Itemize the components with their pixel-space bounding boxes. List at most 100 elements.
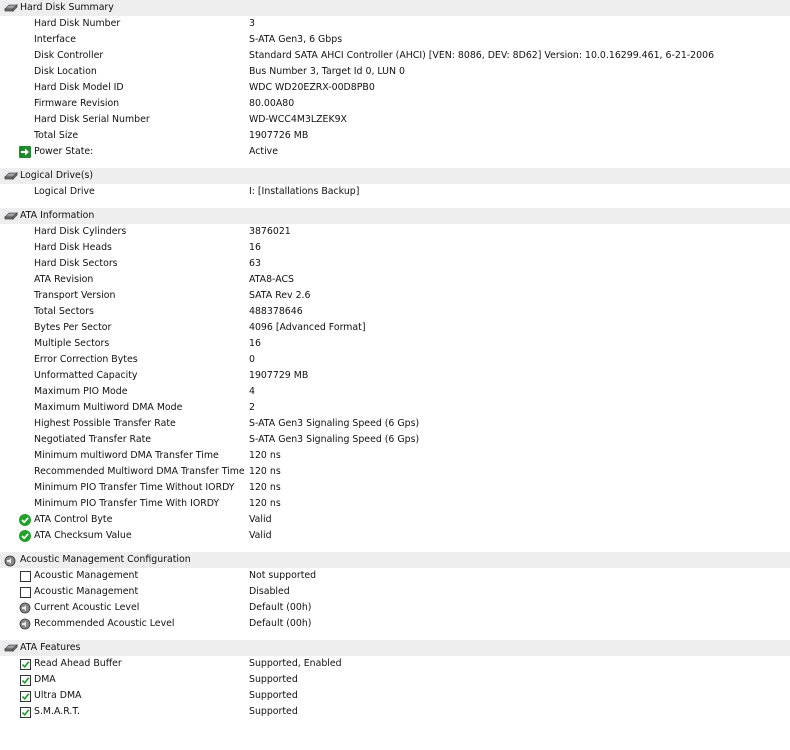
disk-icon (4, 643, 18, 653)
unchecked-checkbox[interactable] (20, 587, 31, 598)
info-row[interactable]: Unformatted Capacity 1907729 MB (0, 368, 790, 384)
info-row[interactable]: Highest Possible Transfer Rate S-ATA Gen3… (0, 416, 790, 432)
info-row[interactable]: Minimum PIO Transfer Time With IORDY 120 … (0, 496, 790, 512)
row-value: SATA Rev 2.6 (249, 290, 311, 301)
row-value: 120 ns (249, 466, 281, 477)
row-label: Negotiated Transfer Rate (34, 434, 152, 445)
row-label: ATA Revision (34, 274, 94, 285)
info-row[interactable]: Hard Disk Serial Number WD-WCC4M3LZEK9X (0, 112, 790, 128)
row-value: Supported, Enabled (249, 658, 342, 669)
row-value: Supported (249, 690, 298, 701)
info-row[interactable]: Hard Disk Sectors 63 (0, 256, 790, 272)
info-row[interactable]: Hard Disk Model ID WDC WD20EZRX-00D8PB0 (0, 80, 790, 96)
info-row[interactable]: Error Correction Bytes 0 (0, 352, 790, 368)
row-value: S-ATA Gen3 Signaling Speed (6 Gps) (249, 418, 420, 429)
row-label: Multiple Sectors (34, 338, 110, 349)
info-row[interactable]: Disk Controller Standard SATA AHCI Contro… (0, 48, 790, 64)
row-label: Ultra DMA (34, 690, 82, 701)
row-label: ATA Checksum Value (34, 530, 132, 541)
info-row[interactable]: ATA Checksum Value Valid (0, 528, 790, 544)
row-label: Hard Disk Sectors (34, 258, 118, 269)
row-label: Interface (34, 34, 76, 45)
row-value: S-ATA Gen3 Signaling Speed (6 Gps) (249, 434, 420, 445)
row-label: Disk Controller (34, 50, 104, 61)
row-label: Unformatted Capacity (34, 370, 138, 381)
info-row[interactable]: Transport Version SATA Rev 2.6 (0, 288, 790, 304)
row-value: Active (249, 146, 278, 157)
row-value: Disabled (249, 586, 290, 597)
info-row[interactable]: Ultra DMA Supported (0, 688, 790, 704)
info-row[interactable]: Logical Drive I: [Installations Backup] (0, 184, 790, 200)
row-value: 3876021 (249, 226, 291, 237)
section-title: Hard Disk Summary (20, 2, 114, 13)
row-value: WD-WCC4M3LZEK9X (249, 114, 347, 125)
row-value: 3 (249, 18, 255, 29)
info-row[interactable]: DMA Supported (0, 672, 790, 688)
info-row[interactable]: Hard Disk Heads 16 (0, 240, 790, 256)
row-label: Firmware Revision (34, 98, 120, 109)
info-row[interactable]: Disk Location Bus Number 3, Target Id 0, … (0, 64, 790, 80)
row-label: Total Sectors (34, 306, 94, 317)
ok-check-icon (19, 514, 31, 526)
row-value: S-ATA Gen3, 6 Gbps (249, 34, 343, 45)
checked-checkbox[interactable] (20, 691, 31, 702)
row-value: 120 ns (249, 482, 281, 493)
section-header-ata-features: ATA Features (0, 640, 790, 656)
info-row[interactable]: Multiple Sectors 16 (0, 336, 790, 352)
info-row[interactable]: Bytes Per Sector 4096 [Advanced Format] (0, 320, 790, 336)
info-row[interactable]: Maximum Multiword DMA Mode 2 (0, 400, 790, 416)
section-title: ATA Information (20, 210, 95, 221)
section-header-logical-drive-s: Logical Drive(s) (0, 168, 790, 184)
row-label: Logical Drive (34, 186, 95, 197)
info-row[interactable]: Total Sectors 488378646 (0, 304, 790, 320)
info-row[interactable]: Negotiated Transfer Rate S-ATA Gen3 Signa… (0, 432, 790, 448)
info-row[interactable]: Acoustic Management Disabled (0, 584, 790, 600)
info-row[interactable]: Hard Disk Cylinders 3876021 (0, 224, 790, 240)
checked-checkbox[interactable] (20, 675, 31, 686)
info-row[interactable]: ATA Control Byte Valid (0, 512, 790, 528)
info-row[interactable]: Recommended Multiword DMA Transfer Time 1… (0, 464, 790, 480)
disk-info-panel: Hard Disk Summary Hard Disk Number 3 Interf… (0, 0, 790, 750)
info-row[interactable]: Power State: Active (0, 144, 790, 160)
info-row[interactable]: Recommended Acoustic Level Default (00h) (0, 616, 790, 632)
row-value: 120 ns (249, 498, 281, 509)
info-row[interactable]: Current Acoustic Level Default (00h) (0, 600, 790, 616)
info-row[interactable]: S.M.A.R.T. Supported (0, 704, 790, 720)
row-value: WDC WD20EZRX-00D8PB0 (249, 82, 375, 93)
row-label: Minimum PIO Transfer Time Without IORDY (34, 482, 235, 493)
ok-check-icon (19, 530, 31, 542)
info-row[interactable]: Read Ahead Buffer Supported, Enabled (0, 656, 790, 672)
row-value: 16 (249, 338, 261, 349)
disk-icon (4, 211, 18, 221)
info-row[interactable]: ATA Revision ATA8-ACS (0, 272, 790, 288)
info-row[interactable]: Maximum PIO Mode 4 (0, 384, 790, 400)
row-value: 4096 [Advanced Format] (249, 322, 366, 333)
info-row[interactable]: Minimum PIO Transfer Time Without IORDY 1… (0, 480, 790, 496)
checked-checkbox[interactable] (20, 707, 31, 718)
info-row[interactable]: Minimum multiword DMA Transfer Time 120 n… (0, 448, 790, 464)
row-value: Valid (249, 530, 272, 541)
section-title: Logical Drive(s) (20, 170, 94, 181)
disk-icon (4, 3, 18, 13)
row-value: Supported (249, 674, 298, 685)
row-value: 2 (249, 402, 255, 413)
row-value: Default (00h) (249, 602, 312, 613)
row-label: Hard Disk Number (34, 18, 121, 29)
unchecked-checkbox[interactable] (20, 571, 31, 582)
checked-checkbox[interactable] (20, 659, 31, 670)
info-row[interactable]: Acoustic Management Not supported (0, 568, 790, 584)
row-label: Highest Possible Transfer Rate (34, 418, 176, 429)
row-label: Hard Disk Cylinders (34, 226, 127, 237)
info-row[interactable]: Total Size 1907726 MB (0, 128, 790, 144)
row-label: Read Ahead Buffer (34, 658, 122, 669)
info-row[interactable]: Firmware Revision 80.00A80 (0, 96, 790, 112)
row-label: Hard Disk Model ID (34, 82, 124, 93)
info-row[interactable]: Hard Disk Number 3 (0, 16, 790, 32)
row-value: Supported (249, 706, 298, 717)
section-title: Acoustic Management Configuration (20, 554, 191, 565)
info-row[interactable]: Interface S-ATA Gen3, 6 Gbps (0, 32, 790, 48)
